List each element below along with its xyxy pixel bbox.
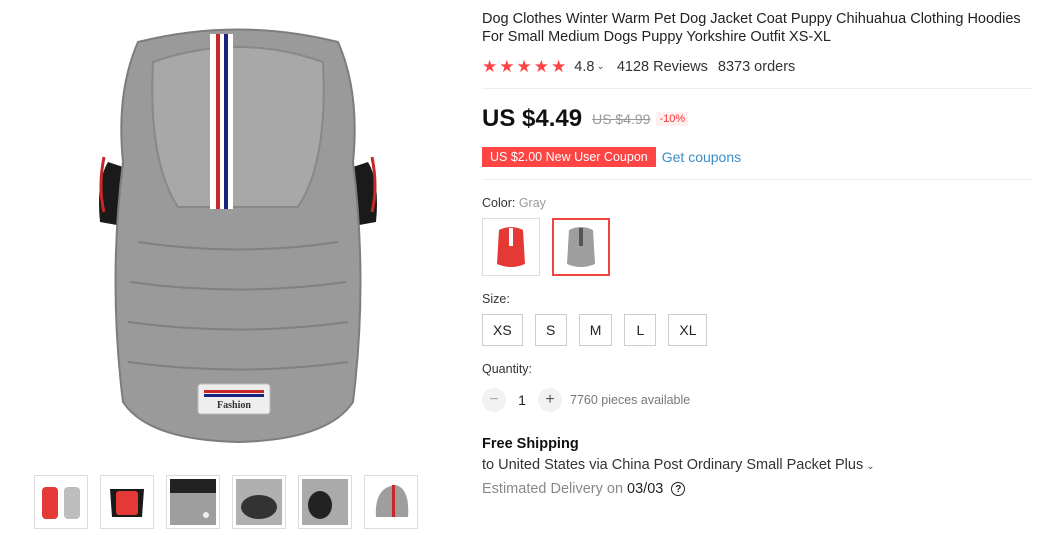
rating-value[interactable]: 4.8 (574, 59, 594, 75)
coupon-row: US $2.00 New User Coupon Get coupons (482, 147, 1042, 167)
color-label-text: Color: (482, 196, 516, 210)
rating-row: ★ ★ ★ ★ ★ 4.8 ⌄ 4128 Reviews 8373 orders (482, 58, 1042, 75)
size-label: Size: (482, 292, 510, 306)
rating-stars: ★ ★ ★ ★ ★ (482, 58, 566, 75)
thumbnail-hood-stripe-detail[interactable] (364, 475, 418, 529)
quantity-stepper: − 1 + 7760 pieces available (482, 388, 1042, 412)
delivery-label: Estimated Delivery on (482, 481, 624, 497)
badge-text: Fashion (217, 400, 251, 411)
color-option-gray[interactable] (552, 218, 610, 276)
thumbnail-hood-detail[interactable] (232, 475, 286, 529)
selected-color: Gray (518, 196, 546, 210)
orders-count: 8373 orders (717, 58, 796, 75)
discount-badge: -10% (656, 112, 689, 126)
delivery-date: 03/03 (627, 481, 664, 497)
size-option-s[interactable]: S (534, 314, 567, 346)
price-row: US $4.49 US $4.99 -10% (482, 105, 1042, 133)
divider (482, 88, 1032, 89)
star-icon: ★ (551, 57, 567, 76)
decrease-quantity-button[interactable]: − (482, 388, 506, 412)
get-coupons-link[interactable]: Get coupons (662, 149, 741, 165)
star-icon: ★ (482, 57, 498, 76)
star-icon: ★ (533, 57, 549, 76)
size-option-m[interactable]: M (578, 314, 613, 346)
estimated-delivery: Estimated Delivery on 03/03 ? (482, 481, 1042, 497)
size-option-xs[interactable]: XS (482, 314, 523, 346)
shipping-title: Free Shipping (482, 436, 579, 452)
shipping-method-text[interactable]: to United States via China Post Ordinary… (482, 457, 863, 473)
thumbnail-red-gray-jackets[interactable] (34, 475, 88, 529)
product-info: Dog Clothes Winter Warm Pet Dog Jacket C… (482, 10, 1042, 497)
thumbnail-collar-detail[interactable] (166, 475, 220, 529)
size-option-xl[interactable]: XL (668, 314, 708, 346)
chevron-down-icon[interactable]: ⌄ (596, 61, 604, 72)
shipping-method[interactable]: to United States via China Post Ordinary… (482, 457, 1042, 473)
thumbnail-red-black-jacket[interactable] (100, 475, 154, 529)
thumbnail-strip (34, 475, 418, 529)
help-icon[interactable]: ? (671, 482, 686, 496)
size-option-l[interactable]: L (624, 314, 657, 346)
star-icon: ★ (499, 57, 515, 76)
increase-quantity-button[interactable]: + (538, 388, 562, 412)
original-price: US $4.99 (592, 111, 651, 127)
new-user-coupon[interactable]: US $2.00 New User Coupon (482, 147, 656, 167)
main-product-image[interactable]: Fashion (68, 22, 408, 452)
current-price: US $4.49 (482, 105, 583, 132)
quantity-value[interactable]: 1 (506, 392, 538, 408)
size-options: XS S M L XL (482, 314, 1042, 346)
pieces-available: 7760 pieces available (570, 393, 691, 407)
reviews-link[interactable]: 4128 Reviews (617, 59, 708, 75)
product-title: Dog Clothes Winter Warm Pet Dog Jacket C… (482, 11, 1021, 45)
chevron-down-icon[interactable]: ⌄ (866, 461, 874, 472)
star-icon: ★ (516, 57, 532, 76)
divider (482, 179, 1032, 180)
color-option-red[interactable] (482, 218, 540, 276)
color-label: Color: Gray (482, 196, 1042, 210)
thumbnail-sleeve-detail[interactable] (298, 475, 352, 529)
color-options (482, 218, 1042, 276)
quantity-label: Quantity: (482, 362, 533, 376)
